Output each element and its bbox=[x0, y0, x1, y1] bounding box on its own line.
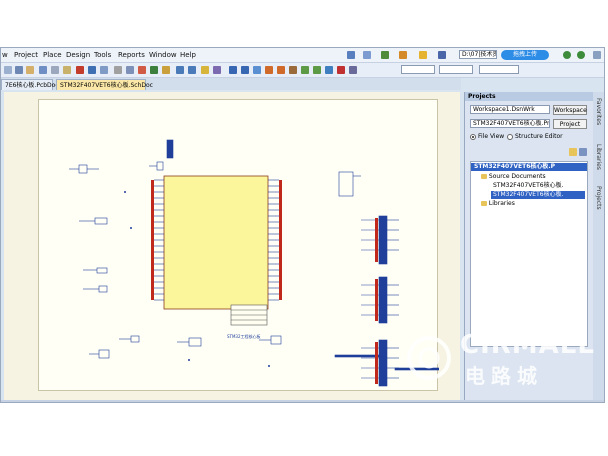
schematic-canvas[interactable]: STM32工程核心板 bbox=[4, 92, 460, 400]
gnd-icon[interactable] bbox=[265, 66, 273, 74]
no-erc-icon[interactable] bbox=[337, 66, 345, 74]
tab-pcbdoc[interactable]: 7E6核心板.PcbDoc bbox=[1, 79, 59, 90]
menu-tools[interactable]: Tools bbox=[94, 51, 111, 59]
watermark-logo-icon bbox=[407, 336, 451, 380]
cut-icon[interactable] bbox=[76, 66, 84, 74]
wire-icon[interactable] bbox=[229, 66, 237, 74]
layout-icon[interactable] bbox=[347, 51, 355, 59]
print-icon[interactable] bbox=[26, 66, 34, 74]
tree-label: STM32F407VET6核心板. bbox=[493, 191, 564, 198]
part-icon[interactable] bbox=[289, 66, 297, 74]
rect-select-icon[interactable] bbox=[126, 66, 134, 74]
menu-reports[interactable]: Reports bbox=[118, 51, 145, 59]
watermark-brand: CIRMALL bbox=[460, 330, 595, 360]
menu-bar: w Project Place Design Tools Reports Win… bbox=[1, 48, 604, 63]
tree-label: Libraries bbox=[488, 200, 515, 207]
project-tree: STM32F407VET6核心板.P Source Documents STM3… bbox=[470, 161, 588, 347]
hierarchy-icon[interactable] bbox=[201, 66, 209, 74]
menu-place[interactable]: Place bbox=[43, 51, 62, 59]
schematic-drawing bbox=[69, 139, 440, 387]
workspace-combo[interactable]: Workspace1.DsnWrk bbox=[470, 105, 550, 114]
forward-icon[interactable] bbox=[563, 51, 571, 59]
tree-doc-pcb[interactable]: STM32F407VET6核心板. bbox=[493, 182, 563, 190]
side-tab-libraries[interactable]: Libraries bbox=[595, 144, 602, 170]
move-icon[interactable] bbox=[150, 66, 158, 74]
folder-icon bbox=[481, 174, 487, 179]
zoom-icon[interactable] bbox=[39, 66, 47, 74]
more-icon[interactable] bbox=[593, 51, 601, 59]
menu-view[interactable]: w bbox=[2, 51, 8, 59]
title-block-caption: STM32工程核心板 bbox=[227, 334, 261, 339]
text-icon[interactable] bbox=[349, 66, 357, 74]
cross-probe-icon[interactable] bbox=[162, 66, 170, 74]
library-icon[interactable] bbox=[213, 66, 221, 74]
port-icon[interactable] bbox=[325, 66, 333, 74]
sheet-entry-icon[interactable] bbox=[313, 66, 321, 74]
upload-label: 拖拽上传 bbox=[512, 51, 537, 58]
tree-source-folder[interactable]: Source Documents bbox=[481, 173, 546, 181]
save-icon[interactable] bbox=[15, 66, 23, 74]
folder-icon[interactable] bbox=[569, 148, 577, 156]
project-combo[interactable]: STM32F407VET6核心板.PrjPcb bbox=[470, 119, 550, 128]
status-bar bbox=[1, 400, 604, 402]
paste-icon[interactable] bbox=[100, 66, 108, 74]
tree-label: STM32F407VET6核心板. bbox=[493, 182, 564, 189]
vcc-icon[interactable] bbox=[277, 66, 285, 74]
project-button[interactable]: Project bbox=[553, 119, 587, 129]
side-tab-favorites[interactable]: Favorites bbox=[595, 98, 602, 125]
file-view-label: File View bbox=[478, 133, 505, 140]
grid-icon[interactable] bbox=[438, 51, 446, 59]
document-tabs: 7E6核心板.PcbDoc STM32F407VET6核心板.SchDoc bbox=[1, 78, 461, 90]
tree-doc-sch[interactable]: STM32F407VET6核心板. bbox=[491, 191, 585, 199]
back-icon[interactable] bbox=[577, 51, 585, 59]
tab-label: 7E6核心板.PcbDoc bbox=[5, 82, 59, 89]
tree-label: Source Documents bbox=[488, 173, 546, 180]
copy-icon[interactable] bbox=[88, 66, 96, 74]
zoom-fit-icon[interactable] bbox=[51, 66, 59, 74]
combo-search[interactable] bbox=[479, 65, 519, 74]
panel-title: Projects bbox=[465, 92, 593, 101]
structure-editor-radio[interactable] bbox=[507, 134, 513, 140]
upload-button[interactable]: 拖拽上传 bbox=[501, 50, 549, 60]
workspace-button[interactable]: Workspace bbox=[553, 105, 587, 115]
menu-design[interactable]: Design bbox=[66, 51, 90, 59]
undo-icon[interactable] bbox=[176, 66, 184, 74]
deselect-icon[interactable] bbox=[138, 66, 146, 74]
arrow-icon[interactable] bbox=[363, 51, 371, 59]
menu-help[interactable]: Help bbox=[180, 51, 196, 59]
structure-editor-label: Structure Editor bbox=[515, 133, 563, 140]
tree-project-root[interactable]: STM32F407VET6核心板.P bbox=[471, 163, 587, 171]
tab-schdoc[interactable]: STM32F407VET6核心板.SchDoc bbox=[56, 79, 153, 90]
rubber-stamp-icon[interactable] bbox=[114, 66, 122, 74]
combo-filter[interactable] bbox=[401, 65, 435, 74]
schematic-sheet: STM32工程核心板 bbox=[38, 99, 440, 391]
side-tab-projects[interactable]: Projects bbox=[595, 186, 602, 210]
options-icon[interactable] bbox=[579, 148, 587, 156]
undo-icon[interactable] bbox=[381, 51, 389, 59]
tree-label: STM32F407VET6核心板.P bbox=[474, 163, 556, 170]
open-icon[interactable] bbox=[4, 66, 12, 74]
watermark-brand-cn: 电路城 bbox=[465, 364, 543, 388]
toolbar bbox=[1, 63, 604, 78]
select-icon[interactable] bbox=[63, 66, 71, 74]
tree-libraries[interactable]: Libraries bbox=[481, 200, 515, 208]
combo-scope[interactable] bbox=[439, 65, 473, 74]
menu-project[interactable]: Project bbox=[14, 51, 38, 59]
diamond-icon[interactable] bbox=[419, 51, 427, 59]
net-label-icon[interactable] bbox=[253, 66, 261, 74]
path-combo[interactable]: D:\07|技术资 bbox=[459, 50, 497, 59]
bus-icon[interactable] bbox=[241, 66, 249, 74]
altium-window: w Project Place Design Tools Reports Win… bbox=[0, 47, 605, 403]
redo-icon[interactable] bbox=[399, 51, 407, 59]
menu-window[interactable]: Window bbox=[149, 51, 177, 59]
tab-label: STM32F407VET6核心板.SchDoc bbox=[60, 82, 153, 89]
sheet-symbol-icon[interactable] bbox=[301, 66, 309, 74]
redo-icon[interactable] bbox=[188, 66, 196, 74]
folder-icon bbox=[481, 201, 487, 206]
file-view-radio[interactable] bbox=[470, 134, 476, 140]
watermark: CIRMALL 电路城 bbox=[405, 330, 604, 390]
